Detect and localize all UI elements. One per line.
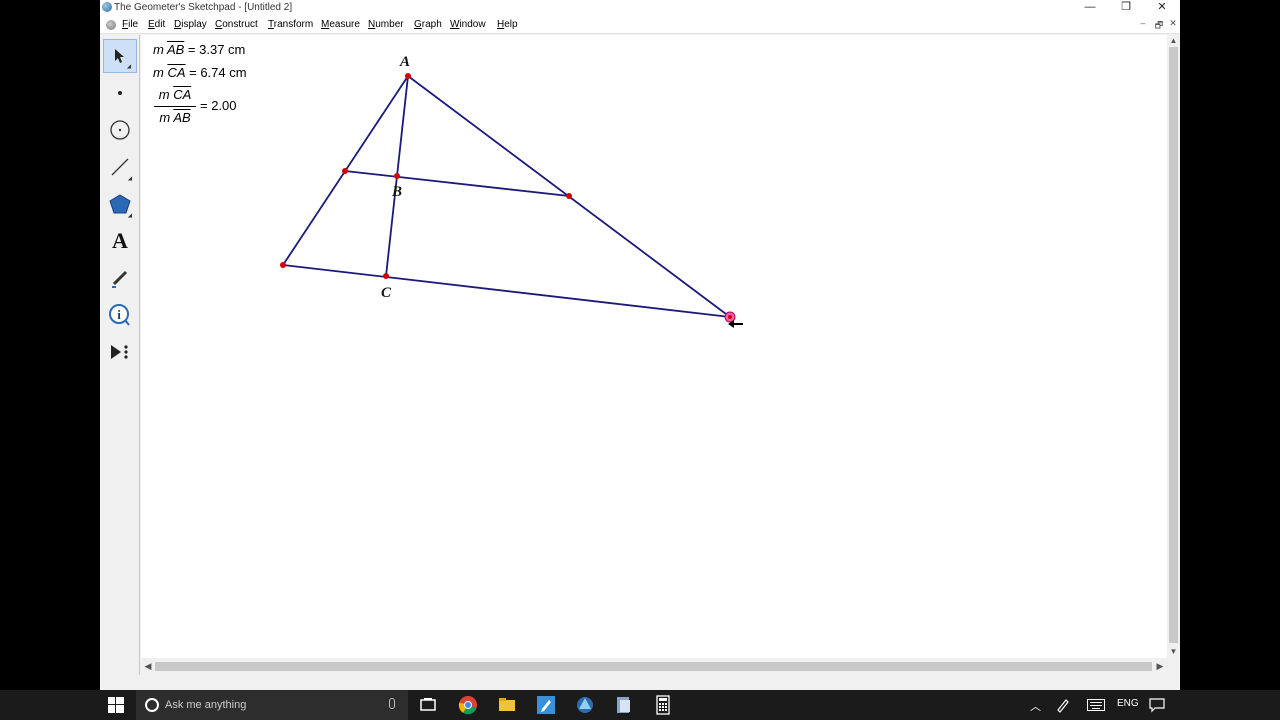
cortana-search-box[interactable]: Ask me anything	[136, 690, 408, 720]
menu-construct[interactable]: Construct	[215, 19, 258, 30]
file-explorer-icon[interactable]	[497, 695, 517, 715]
point-left-vertex[interactable]	[280, 262, 286, 268]
polygon-icon	[109, 194, 131, 214]
compass-tool[interactable]	[103, 113, 137, 147]
horizontal-scrollbar[interactable]: ◀ ▶	[141, 658, 1167, 675]
menu-measure[interactable]: Measure	[321, 19, 360, 30]
custom-tool[interactable]	[103, 335, 137, 369]
marker-icon	[112, 270, 128, 288]
scroll-down-icon[interactable]: ▼	[1167, 646, 1180, 657]
language-indicator[interactable]: ENG	[1117, 698, 1139, 709]
point-right-midpoint[interactable]	[566, 193, 572, 199]
vertical-scroll-thumb[interactable]	[1169, 47, 1178, 643]
scroll-right-icon[interactable]: ▶	[1154, 660, 1166, 673]
text-tool[interactable]: A	[103, 224, 137, 258]
sketchpad-taskbar-icon[interactable]	[575, 695, 595, 715]
menu-transform[interactable]: Transform	[268, 19, 313, 30]
calculator-icon[interactable]	[653, 695, 673, 715]
document-minimize-button[interactable]: –	[1135, 18, 1151, 32]
point-c[interactable]	[383, 273, 389, 279]
scroll-left-icon[interactable]: ◀	[142, 660, 154, 673]
scroll-up-icon[interactable]: ▲	[1167, 35, 1180, 46]
close-button[interactable]: ✕	[1144, 0, 1180, 16]
minimize-button[interactable]: —	[1072, 0, 1108, 16]
menu-edit[interactable]: Edit	[148, 19, 165, 30]
label-b[interactable]: B	[391, 184, 402, 200]
sketchpad-app-icon	[102, 2, 112, 12]
search-placeholder: Ask me anything	[165, 699, 247, 711]
point-a[interactable]	[405, 73, 411, 79]
editor-app-icon[interactable]	[536, 695, 556, 715]
menu-help[interactable]: Help	[497, 19, 518, 30]
keyboard-icon[interactable]	[1087, 699, 1105, 711]
marker-tool[interactable]	[103, 261, 137, 295]
sketch-canvas[interactable]: m AB = 3.37 cm m CA = 6.74 cm m CA m AB …	[141, 35, 1167, 658]
document-close-button[interactable]: ✕	[1165, 18, 1181, 32]
menu-file[interactable]: File	[122, 19, 138, 30]
chrome-icon[interactable]	[458, 695, 478, 715]
restore-button[interactable]: ❐	[1108, 0, 1144, 16]
action-center-icon[interactable]	[1149, 697, 1165, 713]
information-tool[interactable]: i	[103, 298, 137, 332]
point-icon	[118, 91, 122, 95]
information-icon: i	[109, 304, 130, 326]
menu-display[interactable]: Display	[174, 19, 207, 30]
window-title: The Geometer's Sketchpad - [Untitled 2]	[114, 2, 293, 13]
polygon-tool[interactable]	[103, 187, 137, 221]
label-c[interactable]: C	[381, 285, 392, 301]
point-b[interactable]	[394, 173, 400, 179]
app-icon[interactable]	[614, 695, 634, 715]
show-hidden-icons-icon[interactable]: ︿	[1030, 698, 1041, 714]
compass-icon	[110, 120, 130, 140]
title-bar: The Geometer's Sketchpad - [Untitled 2] …	[100, 0, 1180, 16]
microphone-icon[interactable]	[389, 698, 395, 709]
straightedge-tool[interactable]	[103, 150, 137, 184]
pen-workspace-icon[interactable]	[1055, 697, 1071, 713]
menu-bar: File Edit Display Construct Transform Me…	[100, 16, 1180, 34]
sketchpad-window: The Geometer's Sketchpad - [Untitled 2] …	[100, 0, 1180, 690]
segment-bottom[interactable]	[282, 264, 731, 318]
status-bar	[100, 675, 1180, 690]
windows-start-icon[interactable]	[108, 697, 124, 713]
text-icon: A	[112, 228, 128, 253]
document-icon[interactable]	[106, 20, 116, 30]
cortana-icon	[145, 698, 159, 712]
arrow-tool[interactable]	[103, 39, 137, 73]
vertical-scrollbar[interactable]: ▲ ▼	[1167, 35, 1180, 658]
svg-text:i: i	[117, 307, 121, 322]
midsegment[interactable]	[344, 170, 570, 197]
menu-window[interactable]: Window	[450, 19, 486, 30]
sketch-drawing: A B C	[280, 54, 743, 328]
arrow-icon	[115, 49, 124, 63]
straightedge-icon	[111, 158, 129, 176]
point-left-midpoint[interactable]	[342, 168, 348, 174]
task-view-icon[interactable]	[418, 695, 438, 715]
custom-tool-icon	[111, 345, 128, 359]
label-a[interactable]: A	[399, 54, 410, 70]
menu-graph[interactable]: Graph	[414, 19, 442, 30]
menu-number[interactable]: Number	[368, 19, 404, 30]
point-tool[interactable]	[103, 76, 137, 110]
horizontal-scroll-thumb[interactable]	[155, 662, 1152, 671]
toolbox: A i	[100, 35, 140, 675]
